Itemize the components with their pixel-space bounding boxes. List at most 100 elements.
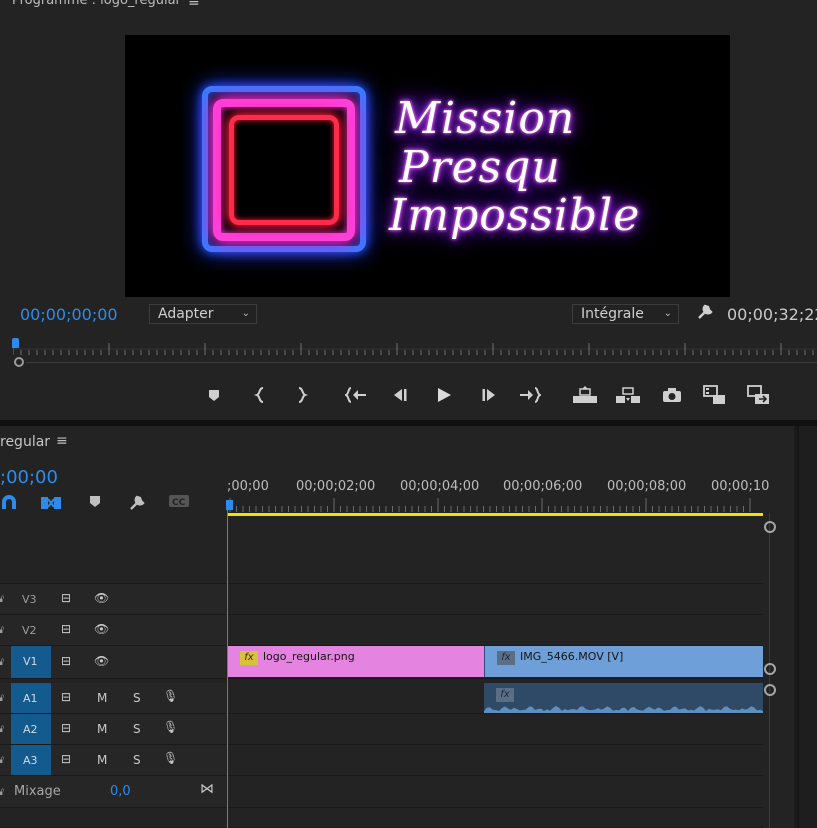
timeline-timecode[interactable]: ;00;00 xyxy=(0,467,58,488)
track-v2[interactable] xyxy=(228,615,763,646)
bowtie-icon[interactable]: ⋈ xyxy=(200,781,214,797)
mark-out-button[interactable] xyxy=(288,382,314,408)
go-to-out-icon xyxy=(520,387,541,403)
play-button[interactable] xyxy=(431,382,457,408)
duration-timecode: 00;00;32;22 xyxy=(727,305,817,324)
track-a3[interactable] xyxy=(228,745,763,776)
track-header-v2[interactable]: 🔓︎ V2 ⊟ 👁︎ xyxy=(0,615,226,646)
program-playhead[interactable] xyxy=(12,338,19,348)
track-header-mix[interactable]: 🔓︎ Mixage 0,0 ⋈ xyxy=(0,776,226,808)
timeline-playhead[interactable] xyxy=(226,500,233,510)
track-mix[interactable] xyxy=(228,776,763,808)
track-v3[interactable] xyxy=(228,584,763,615)
track-a2[interactable] xyxy=(228,714,763,745)
panel-menu-icon[interactable]: ≡ xyxy=(56,433,68,449)
marker-icon xyxy=(209,390,219,401)
fx-badge[interactable]: fx xyxy=(240,651,258,665)
lift-button[interactable] xyxy=(572,382,598,408)
overwrite-button[interactable] xyxy=(746,382,772,408)
solo-button[interactable]: S xyxy=(133,691,141,705)
lock-icon[interactable]: 🔓︎ xyxy=(0,785,4,799)
sync-lock-icon[interactable]: ⊟ xyxy=(61,752,71,766)
microphone-icon[interactable]: 🎙︎ xyxy=(163,689,178,703)
mute-button[interactable]: M xyxy=(97,722,107,736)
step-forward-button[interactable] xyxy=(476,382,502,408)
lock-icon[interactable]: 🔓︎ xyxy=(0,592,4,606)
timeline-time-ruler[interactable]: ;00;00 00;00;02;00 00;00;04;00 00;00;06;… xyxy=(227,476,769,512)
mute-button[interactable]: M xyxy=(97,753,107,767)
linked-selection-icon[interactable] xyxy=(40,494,62,516)
clip-img-5466-video[interactable]: fx IMG_5466.MOV [V] xyxy=(484,646,763,677)
playhead-timecode[interactable]: 00;00;00;00 xyxy=(20,305,118,324)
insert-icon xyxy=(703,385,725,404)
scroll-handle-audio[interactable] xyxy=(764,684,776,696)
lock-icon[interactable]: 🔓︎ xyxy=(0,655,4,669)
track-target-a1[interactable]: A1 xyxy=(11,683,51,713)
lock-icon[interactable]: 🔓︎ xyxy=(0,623,4,637)
eye-icon[interactable]: 👁︎ xyxy=(94,622,109,636)
extract-icon xyxy=(616,387,640,403)
track-a1[interactable]: fx xyxy=(228,683,763,714)
mark-in-button[interactable] xyxy=(248,382,274,408)
solo-button[interactable]: S xyxy=(133,722,141,736)
scroll-handle-mid[interactable] xyxy=(764,663,776,675)
track-header-v3[interactable]: 🔓︎ V3 ⊟ 👁︎ xyxy=(0,584,226,615)
panel-menu-icon[interactable]: ≡ xyxy=(188,0,200,10)
export-frame-button[interactable] xyxy=(659,382,685,408)
sync-lock-icon[interactable]: ⊟ xyxy=(61,591,71,605)
vertical-zoom-scrollbar[interactable] xyxy=(763,513,777,828)
zoom-scroll-bar[interactable] xyxy=(26,362,817,363)
lock-icon[interactable]: 🔓︎ xyxy=(0,753,4,767)
go-to-out-button[interactable] xyxy=(517,382,543,408)
extract-button[interactable] xyxy=(615,382,641,408)
mute-button[interactable]: M xyxy=(97,691,107,705)
sequence-tab[interactable]: regular xyxy=(0,434,50,450)
mix-volume-value[interactable]: 0,0 xyxy=(110,784,131,799)
clip-logo-regular[interactable]: fx logo_regular.png xyxy=(228,646,484,677)
track-name: V2 xyxy=(22,624,37,637)
insert-button[interactable] xyxy=(702,382,728,408)
zoom-level-dropdown[interactable]: Adapter ⌄ xyxy=(149,304,257,324)
scroll-handle-top[interactable] xyxy=(764,521,776,533)
track-area-footer xyxy=(228,808,763,828)
fx-badge[interactable]: fx xyxy=(496,688,514,702)
microphone-icon[interactable]: 🎙︎ xyxy=(163,720,178,734)
track-area-empty xyxy=(228,516,763,584)
logo-text-line-3: Impossible xyxy=(389,190,641,241)
track-header-footer xyxy=(0,808,226,828)
lock-icon[interactable]: 🔓︎ xyxy=(0,722,4,736)
sync-lock-icon[interactable]: ⊟ xyxy=(61,622,71,636)
playback-resolution-dropdown[interactable]: Intégrale ⌄ xyxy=(572,304,679,324)
solo-button[interactable]: S xyxy=(133,753,141,767)
play-icon xyxy=(438,388,451,402)
add-marker-button[interactable] xyxy=(201,382,227,408)
eye-icon[interactable]: 👁︎ xyxy=(94,591,109,605)
eye-icon[interactable]: 👁︎ xyxy=(94,654,109,668)
track-header-a2[interactable]: 🔓︎ A2 ⊟ M S 🎙︎ xyxy=(0,714,226,745)
add-marker-icon[interactable] xyxy=(89,494,101,512)
step-back-button[interactable] xyxy=(387,382,413,408)
zoom-scroll-handle[interactable] xyxy=(14,357,24,367)
track-target-a3[interactable]: A3 xyxy=(11,745,51,775)
sync-lock-icon[interactable]: ⊟ xyxy=(61,690,71,704)
track-target-v1[interactable]: V1 xyxy=(11,646,51,678)
program-video-frame[interactable]: Mission Presqu Impossible xyxy=(125,35,730,297)
fx-badge[interactable]: fx xyxy=(497,651,515,665)
lock-icon[interactable]: 🔓︎ xyxy=(0,691,4,705)
program-time-ruler[interactable] xyxy=(13,341,817,357)
go-to-in-button[interactable] xyxy=(343,382,369,408)
microphone-icon[interactable]: 🎙︎ xyxy=(163,751,178,765)
snap-icon[interactable] xyxy=(0,494,18,514)
sync-lock-icon[interactable]: ⊟ xyxy=(61,721,71,735)
wrench-icon[interactable] xyxy=(128,494,146,516)
track-header-v1[interactable]: 🔓︎ V1 ⊟ 👁︎ xyxy=(0,646,226,679)
track-target-a2[interactable]: A2 xyxy=(11,714,51,744)
captions-icon[interactable]: CC xyxy=(168,494,190,512)
track-header-a3[interactable]: 🔓︎ A3 ⊟ M S 🎙︎ xyxy=(0,745,226,776)
sync-lock-icon[interactable]: ⊟ xyxy=(61,654,71,668)
program-monitor-title[interactable]: Programme : logo_regular xyxy=(12,0,181,8)
track-v1[interactable]: fx logo_regular.png fx IMG_5466.MOV [V] xyxy=(228,646,763,679)
clip-img-5466-audio[interactable]: fx xyxy=(484,683,763,713)
wrench-icon[interactable] xyxy=(696,303,714,326)
track-header-a1[interactable]: 🔓︎ A1 ⊟ M S 🎙︎ xyxy=(0,683,226,714)
